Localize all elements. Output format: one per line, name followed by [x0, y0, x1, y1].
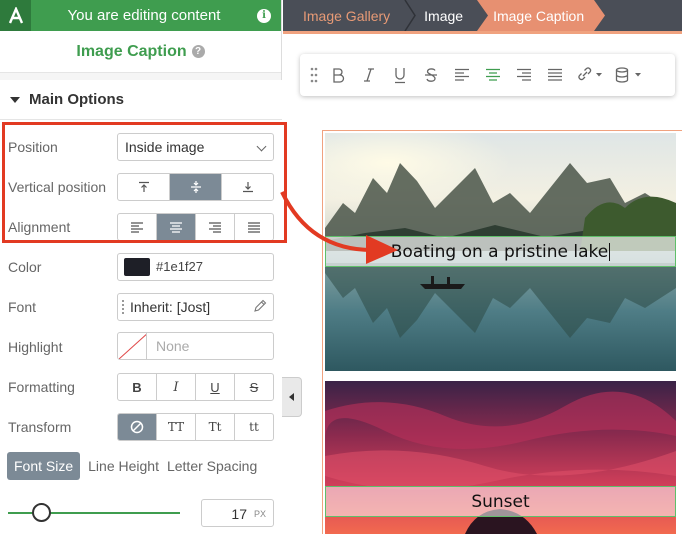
- font-label: Font: [8, 299, 37, 315]
- strikethrough-icon: [424, 68, 437, 82]
- typography-tabs: Font Size Line Height Letter Spacing: [7, 452, 257, 480]
- link-icon: [578, 67, 602, 81]
- breadcrumb-separator: [477, 0, 490, 31]
- toolbar-italic-button[interactable]: [353, 59, 384, 91]
- underline-icon: [394, 67, 405, 83]
- annotation-highlight-box: [2, 122, 287, 243]
- font-size-value: 17: [231, 506, 247, 522]
- font-selector[interactable]: Inherit: [Jost]: [117, 293, 274, 321]
- info-icon[interactable]: i: [257, 8, 271, 23]
- toolbar-align-left-button[interactable]: [446, 59, 477, 91]
- underline-button[interactable]: U: [196, 374, 235, 400]
- breadcrumb-image[interactable]: Image: [416, 0, 477, 31]
- breadcrumb-separator: [404, 0, 417, 31]
- tab-letter-spacing[interactable]: Letter Spacing: [167, 458, 257, 474]
- toolbar-align-center-button[interactable]: [477, 59, 508, 91]
- tab-font-size[interactable]: Font Size: [7, 452, 81, 480]
- highlight-value: None: [156, 338, 190, 354]
- color-swatch: [124, 258, 150, 276]
- breadcrumb: Image Gallery Image Image Caption: [283, 0, 682, 31]
- toolbar-underline-button[interactable]: [384, 59, 415, 91]
- caption-text-second: Sunset: [471, 491, 530, 512]
- drag-handle-icon: [122, 300, 124, 314]
- no-color-swatch: [118, 333, 147, 359]
- font-size-slider-handle[interactable]: [32, 503, 51, 522]
- align-right-icon: [516, 68, 531, 81]
- italic-icon: [363, 68, 374, 82]
- panel-title: Image Caption ?: [0, 31, 281, 73]
- caption-editable-first[interactable]: Boating on a pristine lake: [325, 236, 676, 267]
- toolbar-strikethrough-button[interactable]: [415, 59, 446, 91]
- transform-label: Transform: [8, 419, 72, 435]
- section-title: Main Options: [29, 91, 124, 108]
- toolbar-link-dropdown[interactable]: [570, 59, 610, 91]
- align-center-icon: [485, 68, 500, 81]
- tab-line-height[interactable]: Line Height: [88, 458, 159, 474]
- pencil-icon[interactable]: [253, 299, 267, 313]
- color-label: Color: [8, 259, 42, 275]
- collapse-panel-button[interactable]: [282, 377, 302, 417]
- breadcrumb-image-gallery[interactable]: Image Gallery: [283, 0, 404, 31]
- panel-title-text: Image Caption: [76, 42, 187, 60]
- capitalize-button[interactable]: Tt: [196, 414, 235, 440]
- font-value: Inherit: [Jost]: [130, 299, 211, 315]
- editor-topbar: You are editing content i: [0, 0, 281, 31]
- font-size-input[interactable]: 17 PX: [201, 499, 274, 527]
- lowercase-button[interactable]: tt: [235, 414, 273, 440]
- caption-editable-second[interactable]: Sunset: [325, 486, 676, 517]
- text-toolbar: [300, 54, 675, 96]
- font-size-unit: PX: [253, 509, 266, 519]
- breadcrumb-image-caption[interactable]: Image Caption: [489, 0, 595, 31]
- formatting-label: Formatting: [8, 379, 75, 395]
- caret-left-icon: [289, 393, 294, 401]
- no-transform-button[interactable]: [118, 414, 157, 440]
- help-icon[interactable]: ?: [191, 45, 205, 58]
- caret-down-icon: [10, 96, 20, 103]
- text-cursor: [609, 242, 611, 261]
- color-picker[interactable]: #1e1f27: [117, 253, 274, 281]
- uppercase-button[interactable]: TT: [157, 414, 196, 440]
- caption-text-first: Boating on a pristine lake: [390, 241, 609, 262]
- canvas-top-border: [283, 31, 682, 34]
- ban-icon: [130, 420, 144, 434]
- toolbar-justify-button[interactable]: [539, 59, 570, 91]
- color-hex-value: #1e1f27: [156, 259, 203, 274]
- highlight-picker[interactable]: None: [117, 332, 274, 360]
- italic-button[interactable]: I: [157, 374, 196, 400]
- drag-handle-icon[interactable]: [306, 59, 322, 91]
- transform-group: TT Tt tt: [117, 413, 274, 441]
- formatting-group: B I U S: [117, 373, 274, 401]
- toolbar-bold-button[interactable]: [322, 59, 353, 91]
- main-options-toggle[interactable]: Main Options: [0, 80, 282, 120]
- highlight-label: Highlight: [8, 339, 63, 355]
- editing-banner: You are editing content: [67, 7, 221, 24]
- database-icon: [615, 67, 641, 83]
- toolbar-align-right-button[interactable]: [508, 59, 539, 91]
- justify-icon: [547, 68, 562, 81]
- bold-icon: [332, 68, 344, 83]
- breadcrumb-separator: [594, 0, 606, 31]
- toolbar-database-dropdown[interactable]: [610, 59, 650, 91]
- app-logo-icon[interactable]: [0, 0, 31, 31]
- align-left-icon: [454, 68, 469, 81]
- bold-button[interactable]: B: [118, 374, 157, 400]
- strikethrough-button[interactable]: S: [235, 374, 273, 400]
